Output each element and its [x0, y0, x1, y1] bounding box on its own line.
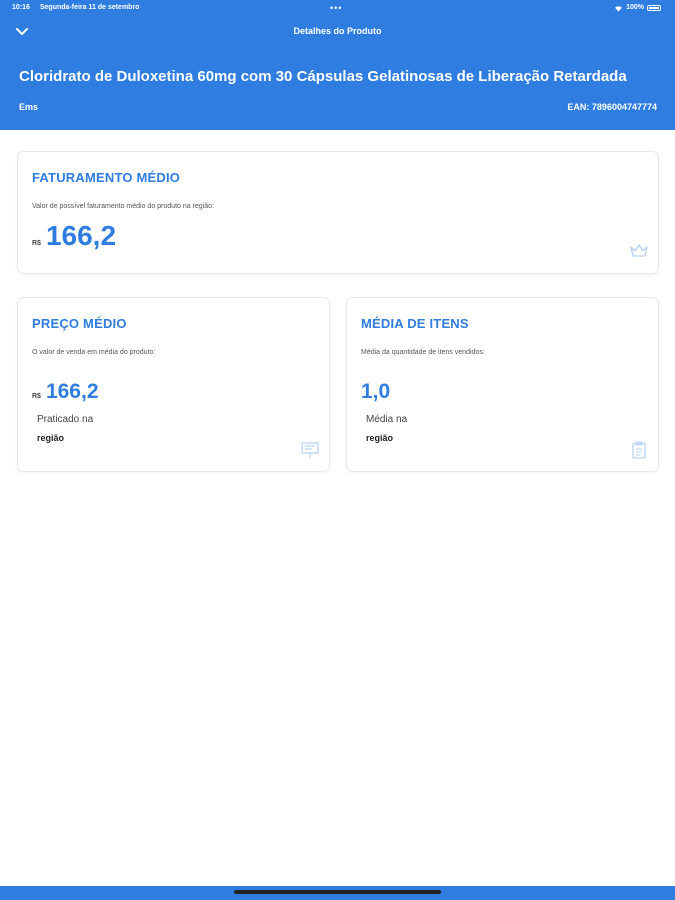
home-indicator[interactable] [234, 890, 441, 894]
currency-label: R$ [32, 393, 41, 400]
status-date: Segunda-feira 11 de setembro [39, 4, 140, 11]
card-title: FATURAMENTO MÉDIO [32, 170, 181, 185]
battery-icon [647, 5, 661, 11]
sub-label: Média na [366, 414, 408, 425]
header: 10:16 Segunda-feira 11 de setembro ••• 1… [0, 0, 675, 130]
ean-code: EAN: 7896004747774 [567, 102, 657, 112]
wifi-icon [615, 5, 623, 12]
faturamento-medio-card: FATURAMENTO MÉDIO Valor de possível fatu… [17, 151, 659, 274]
faturamento-value: 166,2 [45, 220, 117, 251]
value-row: R$ 166,2 [32, 220, 116, 252]
card-title: PREÇO MÉDIO [32, 316, 127, 331]
manufacturer-name: Ems [19, 102, 39, 112]
status-indicators: 100% [614, 0, 661, 16]
value-row: R$ 166,2 [32, 380, 99, 404]
page-title: Detalhes do Produto [293, 26, 382, 36]
preco-medio-card: PREÇO MÉDIO O valor de venda em média do… [17, 297, 330, 472]
ean-value: 7896004747774 [591, 102, 657, 112]
card-description: Valor de possível faturamento médio do p… [32, 203, 214, 210]
sub-label: Praticado na [37, 414, 94, 425]
ean-label: EAN: [567, 102, 590, 112]
multitasking-dots[interactable]: ••• [330, 0, 342, 16]
presentation-board-icon [301, 442, 319, 458]
media-de-itens-card: MÉDIA DE ITENS Média da quantidade de it… [346, 297, 659, 472]
card-description: Média da quantidade de itens vendidos: [361, 349, 485, 356]
currency-label: R$ [32, 240, 41, 247]
crown-icon [630, 244, 648, 257]
status-time: 10:16 [12, 4, 30, 11]
status-time-date: 10:16 Segunda-feira 11 de setembro [12, 0, 147, 16]
status-bar: 10:16 Segunda-feira 11 de setembro ••• 1… [0, 0, 675, 16]
itens-value: 1,0 [361, 380, 391, 403]
sub-label-region: região [366, 433, 394, 443]
preco-value: 166,2 [45, 380, 99, 403]
sub-label-region: região [37, 433, 65, 443]
card-title: MÉDIA DE ITENS [361, 316, 469, 331]
clipboard-icon [632, 441, 646, 459]
nav-bar: Detalhes do Produto [0, 20, 675, 44]
card-description: O valor de venda em média do produto: [32, 349, 156, 356]
product-name: Cloridrato de Duloxetina 60mg com 30 Cáp… [19, 68, 627, 85]
value-row: 1,0 [361, 380, 390, 404]
battery-percent: 100% [626, 4, 644, 11]
